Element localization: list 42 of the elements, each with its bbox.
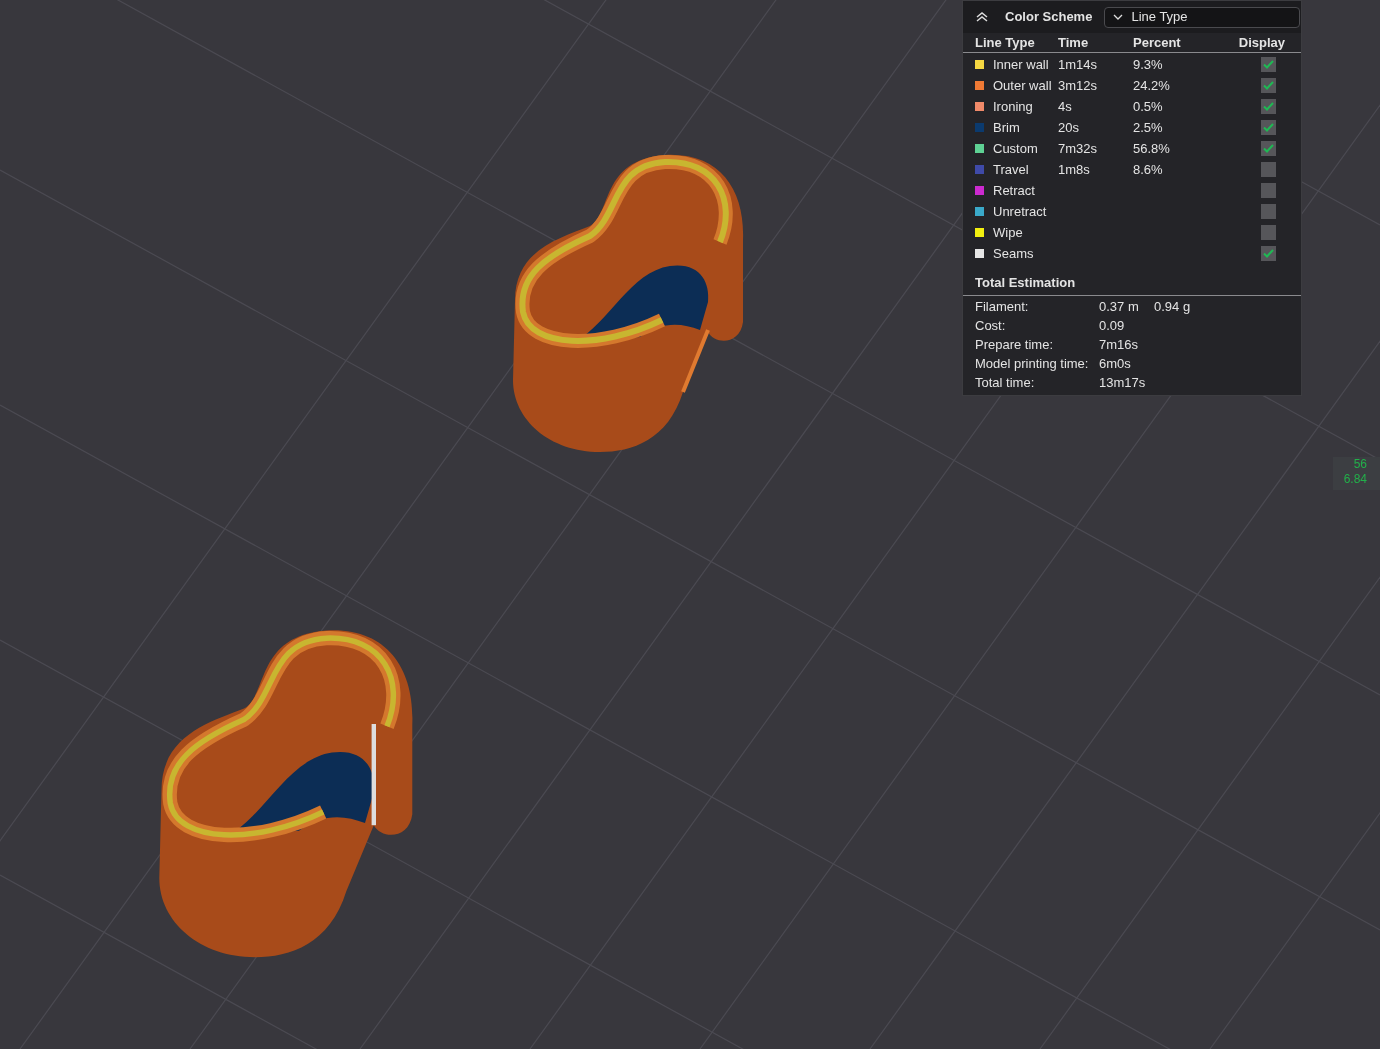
time-value: 1m8s <box>1058 160 1091 179</box>
column-header: Line Type <box>975 34 1036 52</box>
line-type-name: Travel <box>993 160 1030 179</box>
line-type-name: Inner wall <box>993 55 1050 74</box>
estimate-label: Prepare time: <box>975 336 1055 354</box>
estimate-value: 6m0s <box>1099 355 1132 373</box>
estimate-value: 0.94 g <box>1154 298 1192 316</box>
line-type-name: Seams <box>993 244 1035 263</box>
estimate-value: 7m16s <box>1099 336 1140 354</box>
percent-value: 56.8% <box>1133 139 1171 158</box>
line-type-name: Wipe <box>993 223 1024 242</box>
line-type-name: Ironing <box>993 97 1034 116</box>
percent-value: 2.5% <box>1133 118 1164 137</box>
column-header: Time <box>1058 34 1090 52</box>
color-scheme-label: Color Scheme <box>1005 8 1093 27</box>
time-value: 3m12s <box>1058 76 1099 95</box>
line-type-name: Outer wall <box>993 76 1053 95</box>
estimate-value: 0.09 <box>1099 317 1126 335</box>
column-header: Display <box>1238 34 1286 52</box>
estimate-label: Filament: <box>975 298 1030 316</box>
line-type-name: Unretract <box>993 202 1048 221</box>
estimate-label: Model printing time: <box>975 355 1090 373</box>
column-header: Percent <box>1133 34 1182 52</box>
estimate-value: 0.37 m <box>1099 298 1140 316</box>
percent-value: 9.3% <box>1133 55 1164 74</box>
section-title: Total Estimation <box>974 274 1077 293</box>
line-type-dropdown[interactable]: Line Type <box>1104 6 1301 28</box>
time-value: 20s <box>1058 118 1080 137</box>
line-type-name: Brim <box>993 118 1021 137</box>
time-value: 7m32s <box>1058 139 1099 158</box>
line-type-name: Custom <box>993 139 1039 158</box>
time-value: 1m14s <box>1058 55 1099 74</box>
layer-number: 56 <box>1353 457 1367 472</box>
line-type-name: Retract <box>993 181 1036 200</box>
time-value: 4s <box>1058 97 1073 116</box>
percent-value: 8.6% <box>1133 160 1164 179</box>
layer-height: 6.84 <box>1343 472 1367 487</box>
estimate-label: Cost: <box>975 317 1007 335</box>
percent-value: 24.2% <box>1133 76 1171 95</box>
percent-value: 0.5% <box>1133 97 1164 116</box>
estimate-label: Total time: <box>975 374 1036 392</box>
estimate-value: 13m17s <box>1099 374 1147 392</box>
